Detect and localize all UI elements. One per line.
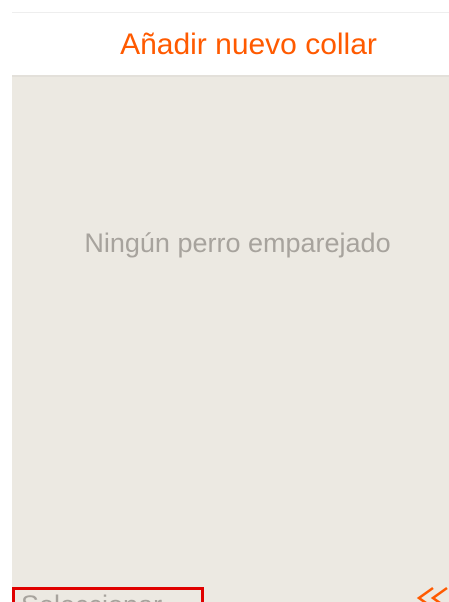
add-collar-screen: Añadir nuevo collar Ningún perro emparej…: [0, 0, 449, 602]
top-strip: [12, 0, 449, 13]
content-area: Ningún perro emparejado: [12, 77, 449, 602]
double-chevron-left-icon[interactable]: [415, 586, 449, 602]
page-title: Añadir nuevo collar: [120, 28, 377, 61]
select-button[interactable]: Seleccionar: [12, 587, 204, 602]
header-bar: Añadir nuevo collar: [12, 13, 449, 77]
empty-state-message: Ningún perro emparejado: [84, 228, 391, 258]
select-button-label: Seleccionar: [21, 590, 162, 602]
